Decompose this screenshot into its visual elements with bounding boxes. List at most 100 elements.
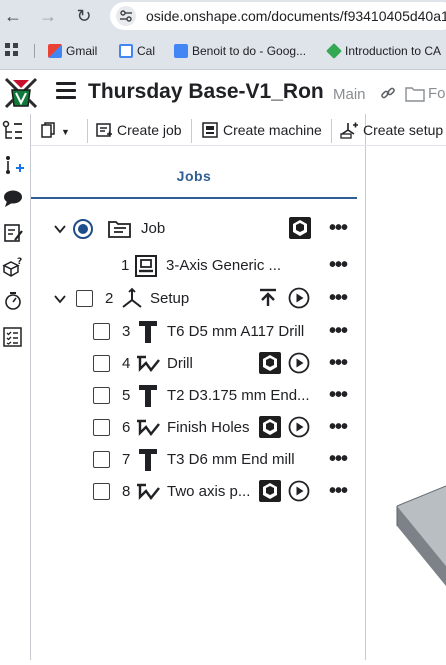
more-options-icon[interactable]: •••: [329, 288, 348, 308]
toolbar-divider: [191, 119, 192, 143]
play-icon[interactable]: [288, 287, 310, 309]
comments-icon[interactable]: [2, 188, 24, 210]
tree-row-operation[interactable]: 6 Finish Holes •••: [31, 413, 365, 443]
row-checkbox[interactable]: [76, 290, 93, 307]
toolpath-icon: [137, 355, 160, 372]
notes-icon[interactable]: [2, 222, 24, 244]
chevron-down-icon[interactable]: [53, 222, 67, 236]
tree-row-machine[interactable]: 1 3-Axis Generic ... •••: [31, 251, 365, 281]
svg-text:?: ?: [17, 257, 22, 267]
toolbar-divider: [87, 119, 88, 143]
row-checkbox[interactable]: [93, 451, 110, 468]
document-header: Thursday Base-V1_Ron Main Fo: [0, 70, 446, 114]
apps-icon[interactable]: [4, 42, 20, 60]
toolpath-icon: [137, 419, 160, 436]
left-tool-rail: ?: [0, 114, 30, 660]
toolpath-icon: [137, 483, 160, 500]
more-options-icon[interactable]: •••: [329, 449, 348, 469]
row-label: Two axis p...: [167, 483, 251, 500]
back-icon[interactable]: ←: [2, 5, 24, 27]
document-title[interactable]: Thursday Base-V1_Ron: [88, 80, 324, 104]
row-number: 4: [122, 355, 131, 372]
tree-row-job[interactable]: Job •••: [31, 214, 365, 244]
play-icon[interactable]: [288, 352, 310, 374]
toolbar-divider: [331, 119, 332, 143]
row-checkbox[interactable]: [93, 419, 110, 436]
create-job-button[interactable]: Create job: [95, 120, 182, 142]
tab-jobs[interactable]: Jobs: [31, 159, 357, 199]
tool-icon: [139, 321, 157, 343]
tree-row-tool[interactable]: 7 T3 D6 mm End mill •••: [31, 445, 365, 475]
more-options-icon[interactable]: •••: [329, 218, 348, 238]
chevron-down-icon: ▼: [61, 127, 70, 137]
row-number: 5: [122, 387, 131, 404]
bookmark-cal[interactable]: Cal: [119, 42, 155, 60]
checklist-icon[interactable]: [2, 326, 24, 348]
more-options-icon[interactable]: •••: [329, 481, 348, 501]
tree-row-operation[interactable]: 4 Drill •••: [31, 349, 365, 379]
google-docs-icon: [174, 44, 188, 58]
tree-row-tool[interactable]: 3 T6 D5 mm A117 Drill •••: [31, 317, 365, 347]
play-icon[interactable]: [288, 416, 310, 438]
course-icon: [326, 43, 342, 59]
calendar-icon: [119, 44, 133, 58]
row-checkbox[interactable]: [93, 483, 110, 500]
more-options-icon[interactable]: •••: [329, 385, 348, 405]
tool-icon: [139, 449, 157, 471]
folder-icon[interactable]: [405, 86, 425, 107]
bookmark-introduction[interactable]: Introduction to CA: [326, 42, 441, 60]
more-options-icon[interactable]: •••: [329, 321, 348, 341]
stock-icon[interactable]: [258, 415, 282, 439]
row-number: 6: [122, 419, 131, 436]
job-menu-button[interactable]: ▼: [39, 120, 70, 142]
forward-icon[interactable]: →: [37, 5, 59, 27]
machine-icon: [135, 255, 157, 277]
bookmark-benoit[interactable]: Benoit to do - Goog...: [174, 42, 306, 60]
stock-icon[interactable]: [288, 216, 312, 240]
menu-icon[interactable]: [56, 82, 76, 100]
tree-row-operation[interactable]: 8 Two axis p... •••: [31, 477, 365, 507]
stock-icon[interactable]: [258, 351, 282, 375]
reload-icon[interactable]: ↻: [73, 5, 95, 27]
upload-icon[interactable]: [257, 287, 279, 309]
address-bar[interactable]: oside.onshape.com/documents/f93410405d40…: [110, 2, 446, 30]
bookmark-gmail[interactable]: Gmail: [48, 42, 97, 60]
row-number: 8: [122, 483, 131, 500]
graphics-viewport[interactable]: [367, 146, 446, 660]
tree-row-tool[interactable]: 5 T2 D3.175 mm End... •••: [31, 381, 365, 411]
tree-row-setup[interactable]: 2 Setup •••: [31, 284, 365, 314]
add-part-icon[interactable]: [2, 154, 24, 176]
row-checkbox[interactable]: [93, 323, 110, 340]
simulation-icon[interactable]: [2, 290, 24, 312]
row-checkbox[interactable]: [93, 387, 110, 404]
folder-label[interactable]: Fo: [428, 85, 446, 102]
branch-label[interactable]: Main: [333, 86, 366, 103]
team-logo-icon[interactable]: [4, 76, 38, 110]
more-options-icon[interactable]: •••: [329, 255, 348, 275]
bookmarks-bar: Gmail Cal Benoit to do - Goog... Introdu…: [0, 32, 446, 70]
more-options-icon[interactable]: •••: [329, 353, 348, 373]
row-checkbox[interactable]: [93, 355, 110, 372]
link-icon[interactable]: [380, 85, 396, 106]
tool-icon: [139, 385, 157, 407]
create-machine-button[interactable]: Create machine: [201, 120, 322, 142]
mass-properties-icon[interactable]: ?: [2, 256, 24, 278]
play-icon[interactable]: [288, 480, 310, 502]
row-label: T6 D5 mm A117 Drill: [167, 323, 305, 340]
row-label: T3 D6 mm End mill: [167, 451, 295, 468]
row-number: 2: [105, 290, 114, 307]
chevron-down-icon[interactable]: [53, 292, 67, 306]
part-model[interactable]: [367, 146, 446, 660]
feature-list-icon[interactable]: [2, 120, 24, 142]
row-number: 1: [121, 257, 130, 274]
cam-toolbar: ▼ Create job Create machine Create setup: [31, 114, 446, 146]
job-icon: [108, 221, 131, 238]
row-label: Job: [141, 220, 166, 237]
site-info-icon[interactable]: [116, 6, 136, 26]
active-job-radio[interactable]: [73, 219, 93, 239]
row-label: Drill: [167, 355, 193, 372]
create-setup-button[interactable]: Create setup: [339, 120, 443, 142]
stock-icon[interactable]: [258, 479, 282, 503]
more-options-icon[interactable]: •••: [329, 417, 348, 437]
row-label: Setup: [150, 290, 190, 307]
